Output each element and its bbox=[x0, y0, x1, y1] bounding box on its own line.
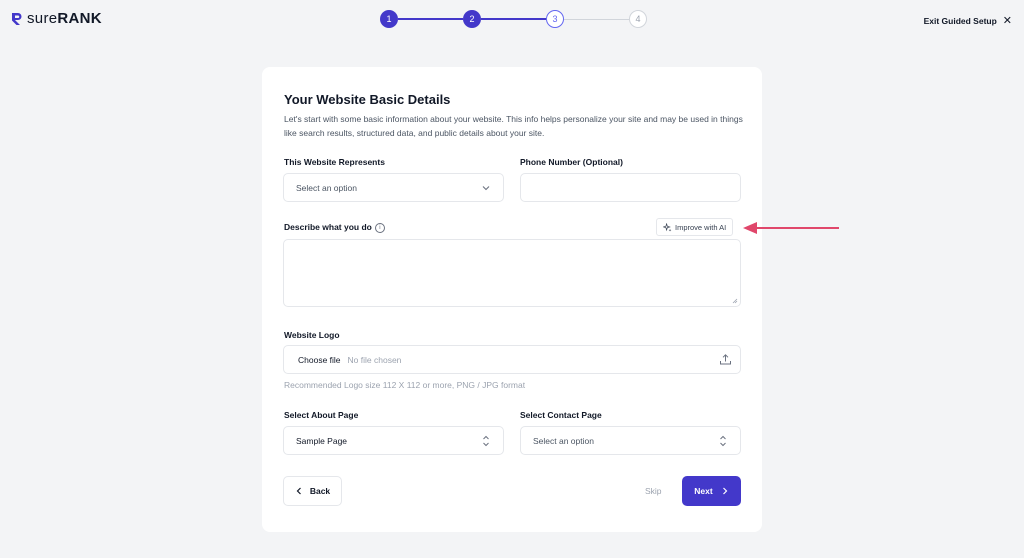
next-button[interactable]: Next bbox=[682, 476, 741, 506]
chevron-up-down-icon bbox=[720, 435, 726, 447]
contact-page-value: Select an option bbox=[533, 435, 594, 446]
about-page-value: Sample Page bbox=[296, 435, 348, 446]
step-connector bbox=[564, 18, 629, 20]
setup-card: Your Website Basic Details Let's start w… bbox=[262, 67, 762, 532]
step-connector bbox=[398, 18, 463, 20]
info-icon[interactable]: i bbox=[374, 222, 385, 233]
choose-file-button[interactable]: Choose file bbox=[298, 355, 341, 365]
exit-label: Exit Guided Setup bbox=[923, 15, 997, 26]
resize-handle-icon[interactable] bbox=[732, 298, 738, 304]
file-status: No file chosen bbox=[347, 354, 402, 365]
top-bar: sureRANK 1 2 3 4 Exit Guided Setup ✕ bbox=[0, 0, 1024, 40]
logo-hint: Recommended Logo size 112 X 112 or more,… bbox=[284, 380, 526, 390]
chevron-left-icon bbox=[296, 487, 301, 495]
back-button[interactable]: Back bbox=[283, 476, 342, 506]
step-4: 4 bbox=[629, 10, 647, 28]
next-label: Next bbox=[694, 486, 713, 496]
chevron-down-icon bbox=[482, 186, 490, 191]
annotation-arrow bbox=[743, 222, 839, 234]
step-2: 2 bbox=[463, 10, 481, 28]
progress-stepper: 1 2 3 4 bbox=[380, 10, 647, 28]
improve-with-ai-button[interactable]: Improve with AI bbox=[656, 218, 734, 236]
chevron-up-down-icon bbox=[483, 435, 489, 447]
chevron-right-icon bbox=[722, 487, 728, 495]
brand-name-light: sure bbox=[27, 10, 58, 27]
brand-name-bold: RANK bbox=[57, 10, 102, 27]
page-description: Let's start with some basic information … bbox=[284, 114, 743, 138]
contact-page-select[interactable]: Select an option bbox=[520, 426, 741, 455]
upload-icon[interactable] bbox=[719, 353, 732, 366]
brand-logo: sureRANK bbox=[11, 10, 102, 27]
about-page-label: Select About Page bbox=[284, 410, 359, 420]
improve-with-ai-label: Improve with AI bbox=[675, 222, 727, 232]
describe-textarea[interactable] bbox=[283, 239, 741, 307]
logo-label: Website Logo bbox=[284, 330, 340, 340]
close-icon: ✕ bbox=[1002, 15, 1012, 27]
describe-label-row: Describe what you do i bbox=[284, 222, 385, 233]
represents-value: Select an option bbox=[296, 182, 357, 193]
exit-guided-setup-button[interactable]: Exit Guided Setup ✕ bbox=[924, 14, 1012, 27]
logo-file-input[interactable]: Choose file No file chosen bbox=[283, 345, 741, 374]
step-1: 1 bbox=[380, 10, 398, 28]
skip-button[interactable]: Skip bbox=[645, 486, 662, 496]
phone-label: Phone Number (Optional) bbox=[520, 157, 623, 167]
sparkle-icon bbox=[663, 222, 672, 232]
page-title: Your Website Basic Details bbox=[284, 92, 451, 107]
represents-label: This Website Represents bbox=[284, 157, 385, 167]
about-page-select[interactable]: Sample Page bbox=[283, 426, 504, 455]
step-3: 3 bbox=[546, 10, 564, 28]
step-connector bbox=[481, 18, 546, 20]
brand-name: sureRANK bbox=[27, 10, 102, 27]
contact-page-label: Select Contact Page bbox=[520, 410, 602, 420]
describe-label: Describe what you do bbox=[284, 222, 372, 232]
phone-input[interactable] bbox=[520, 173, 741, 202]
back-label: Back bbox=[309, 486, 331, 496]
represents-select[interactable]: Select an option bbox=[283, 173, 504, 202]
surerank-logo-icon bbox=[12, 12, 22, 25]
